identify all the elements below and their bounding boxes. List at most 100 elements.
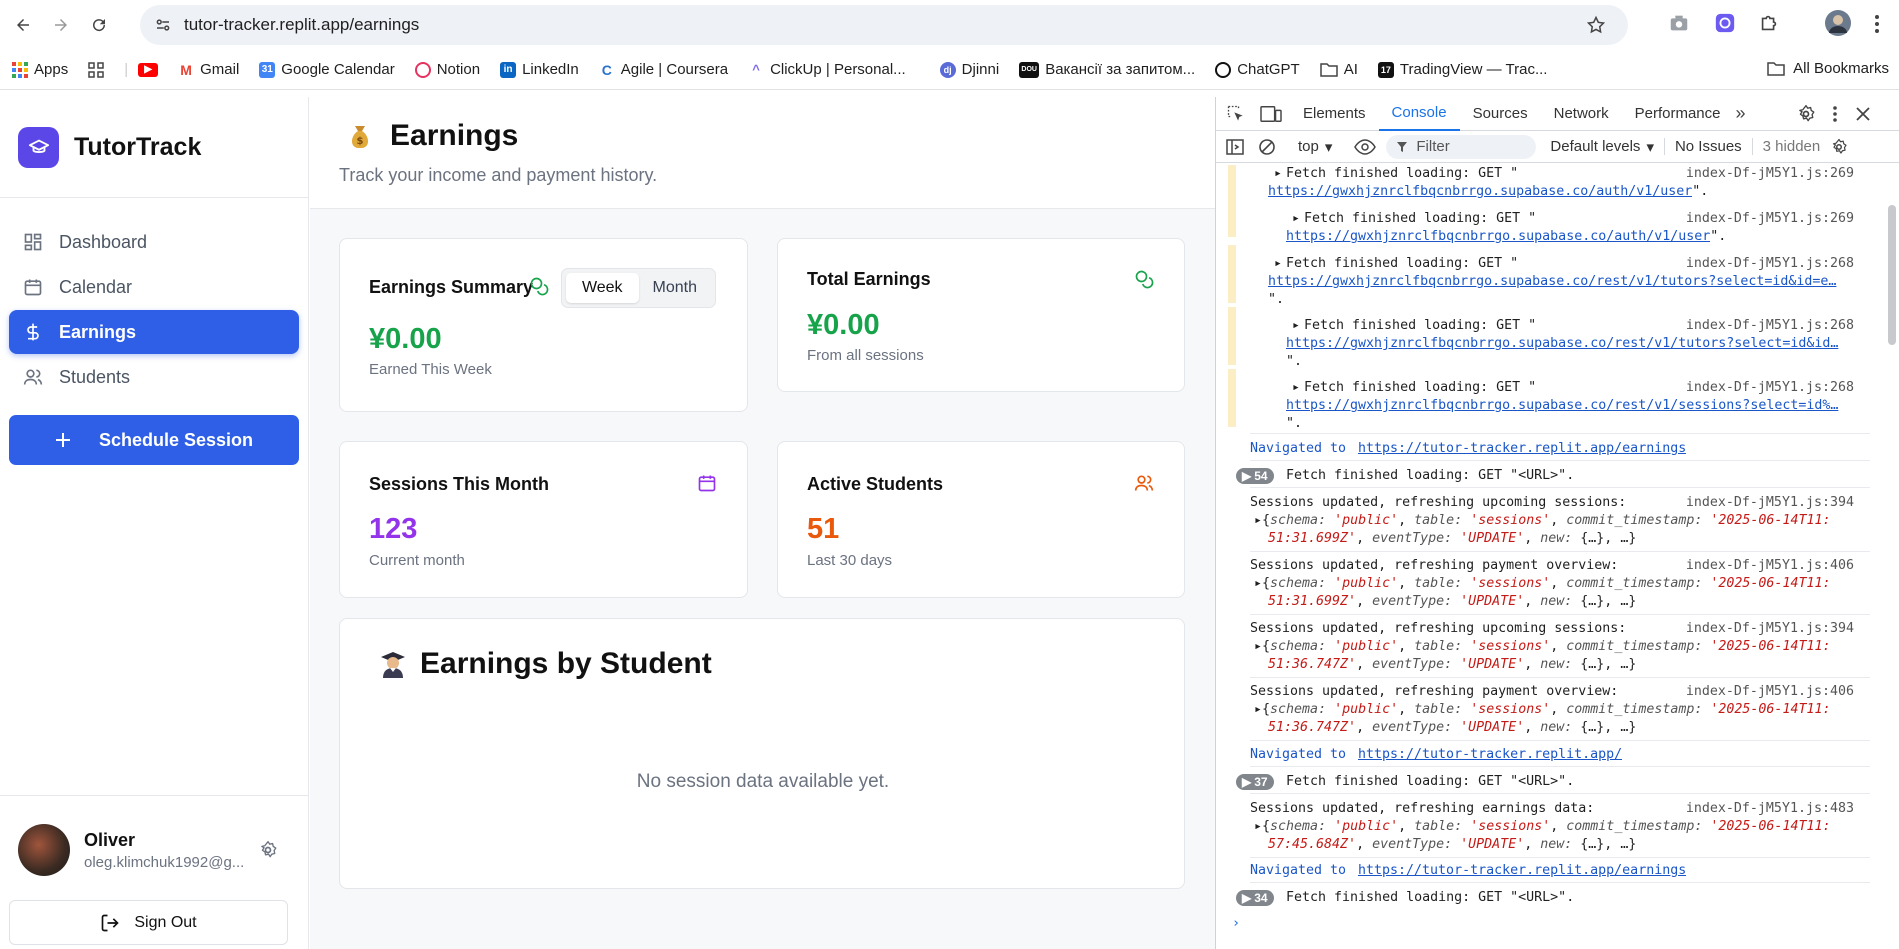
log-link[interactable]: https://gwxhjznrclfbqcnbrrgo.supabase.co…	[1286, 336, 1838, 351]
tab-elements[interactable]: Elements	[1290, 97, 1379, 131]
gmail-icon: M	[178, 61, 195, 78]
log-source[interactable]: index-Df-jM5Y1.js:483	[1686, 800, 1854, 818]
object-preview[interactable]: ▸{schema: 'public', table: 'sessions', c…	[1254, 818, 1830, 836]
object-preview[interactable]: ▸{schema: 'public', table: 'sessions', c…	[1254, 575, 1830, 593]
expand-triangle-icon[interactable]: ▸	[1292, 210, 1300, 228]
log-source[interactable]: index-Df-jM5Y1.js:394	[1686, 494, 1854, 512]
object-preview[interactable]: ▸{schema: 'public', table: 'sessions', c…	[1254, 512, 1830, 530]
expand-triangle-icon[interactable]: ▸	[1292, 379, 1300, 397]
issues-button[interactable]: No Issues	[1663, 138, 1742, 155]
console-scrollbar[interactable]	[1885, 165, 1899, 949]
devtools-panel: Elements Console Sources Network Perform…	[1215, 97, 1899, 949]
sidebar-item-label: Calendar	[59, 276, 133, 297]
all-bookmarks[interactable]: All Bookmarks	[1767, 60, 1889, 77]
more-tabs-icon[interactable]: »	[1736, 103, 1746, 124]
log-levels-select[interactable]: Default levels ▾	[1550, 138, 1654, 156]
menu-kebab-icon[interactable]	[1874, 14, 1880, 34]
log-source[interactable]: index-Df-jM5Y1.js:406	[1686, 683, 1854, 701]
log-source[interactable]: index-Df-jM5Y1.js:268	[1686, 317, 1854, 335]
obj-val: 51:36.747Z'	[1268, 720, 1357, 735]
expand-triangle-icon[interactable]: ▸	[1274, 255, 1282, 273]
sidebar-item-dashboard[interactable]: Dashboard	[9, 220, 299, 264]
active-students-label: Last 30 days	[807, 552, 893, 569]
expand-triangle-icon: ▸	[1254, 819, 1263, 834]
expand-triangle-icon[interactable]: ▸	[1274, 165, 1282, 183]
bookmark-coursera[interactable]: C Agile | Coursera	[598, 61, 728, 78]
youtube-icon[interactable]: ▶	[138, 62, 159, 77]
bookmark-clickup[interactable]: ^ ClickUp | Personal...	[748, 61, 906, 78]
bookmark-folder-ai[interactable]: AI	[1319, 61, 1358, 78]
log-link[interactable]: https://gwxhjznrclfbqcnbrrgo.supabase.co…	[1268, 274, 1836, 289]
log-link[interactable]: https://gwxhjznrclfbqcnbrrgo.supabase.co…	[1286, 228, 1710, 246]
tab-network[interactable]: Network	[1541, 97, 1622, 131]
extension-icon[interactable]	[1714, 12, 1736, 34]
tab-console[interactable]: Console	[1378, 97, 1460, 131]
settings-gear-icon[interactable]	[1796, 104, 1816, 124]
sidebar-item-earnings[interactable]: Earnings	[9, 310, 299, 354]
bookmark-gmail[interactable]: M Gmail	[178, 61, 239, 78]
sign-out-button[interactable]: Sign Out	[9, 900, 288, 945]
tab-groups-icon[interactable]	[88, 61, 104, 78]
profile-avatar-icon[interactable]	[1825, 10, 1851, 36]
kebab-menu-icon[interactable]	[1832, 105, 1838, 123]
back-button[interactable]	[8, 10, 38, 40]
bookmark-dou[interactable]: DOU Вакансії за запитом...	[1019, 61, 1195, 78]
sidebar-item-students[interactable]: Students	[9, 355, 299, 399]
inspect-icon[interactable]	[1226, 104, 1246, 124]
month-toggle[interactable]: Month	[639, 273, 712, 303]
object-preview[interactable]: ▸{schema: 'public', table: 'sessions', c…	[1254, 638, 1830, 656]
tab-sources[interactable]: Sources	[1460, 97, 1541, 131]
bookmark-linkedin[interactable]: in LinkedIn	[500, 61, 579, 78]
avatar[interactable]	[18, 824, 70, 876]
card-title: Sessions This Month	[369, 474, 550, 494]
log-source[interactable]: index-Df-jM5Y1.js:406	[1686, 557, 1854, 575]
log-source[interactable]: index-Df-jM5Y1.js:269	[1686, 165, 1854, 183]
address-bar[interactable]: tutor-tracker.replit.app/earnings	[140, 5, 1628, 45]
schedule-session-button[interactable]: Schedule Session	[9, 415, 299, 465]
log-separator	[1250, 677, 1870, 678]
reload-button[interactable]	[84, 10, 114, 40]
filter-input[interactable]: Filter	[1386, 134, 1537, 159]
log-link[interactable]: https://gwxhjznrclfbqcnbrrgo.supabase.co…	[1268, 183, 1692, 201]
sidebar-item-calendar[interactable]: Calendar	[9, 265, 299, 309]
tab-performance[interactable]: Performance	[1622, 97, 1734, 131]
forward-button[interactable]	[46, 10, 76, 40]
schedule-session-label: Schedule Session	[98, 429, 254, 450]
object-preview[interactable]: ▸{schema: 'public', table: 'sessions', c…	[1254, 701, 1830, 719]
gear-icon[interactable]	[258, 840, 278, 860]
log-source[interactable]: index-Df-jM5Y1.js:268	[1686, 379, 1854, 397]
eye-icon[interactable]	[1354, 138, 1377, 155]
week-toggle[interactable]: Week	[566, 273, 639, 303]
camera-icon[interactable]	[1668, 12, 1690, 34]
sidebar-item-label: Earnings	[59, 321, 137, 342]
device-toolbar-icon[interactable]	[1260, 104, 1282, 124]
context-select[interactable]: top ▾	[1298, 138, 1332, 156]
log-link[interactable]: https://gwxhjznrclfbqcnbrrgo.supabase.co…	[1286, 398, 1838, 413]
bookmark-google-calendar[interactable]: 31 Google Calendar	[259, 61, 395, 78]
puzzle-icon[interactable]	[1758, 12, 1780, 34]
close-icon[interactable]	[1855, 106, 1870, 121]
expand-triangle-icon[interactable]: ▸	[1292, 317, 1300, 335]
nav-link[interactable]: https://tutor-tracker.replit.app/earning…	[1358, 862, 1686, 880]
bookmark-notion[interactable]: Notion	[414, 61, 480, 78]
bookmark-apps[interactable]: Apps	[12, 61, 68, 78]
log-source[interactable]: index-Df-jM5Y1.js:268	[1686, 255, 1854, 273]
bookmark-tradingview[interactable]: 17 TradingView — Trac...	[1377, 61, 1547, 78]
log-source[interactable]: index-Df-jM5Y1.js:394	[1686, 620, 1854, 638]
bookmark-chatgpt[interactable]: ChatGPT	[1215, 61, 1300, 78]
obj-rest: …	[1620, 594, 1629, 609]
log-separator	[1250, 766, 1870, 767]
sidebar-toggle-icon[interactable]	[1226, 138, 1244, 156]
log-message: Sessions updated, refreshing earnings da…	[1250, 801, 1595, 816]
nav-link[interactable]: https://tutor-tracker.replit.app/	[1358, 746, 1622, 764]
console-settings-gear-icon[interactable]	[1830, 138, 1848, 156]
sidebar-item-label: Dashboard	[59, 231, 148, 252]
clear-console-icon[interactable]	[1258, 138, 1276, 156]
bookmark-djinni[interactable]: dj Djinni	[939, 61, 999, 78]
site-settings-icon[interactable]	[154, 16, 172, 34]
scrollbar-thumb[interactable]	[1888, 205, 1896, 345]
log-source[interactable]: index-Df-jM5Y1.js:269	[1686, 210, 1854, 228]
brand[interactable]: TutorTrack	[0, 97, 308, 198]
nav-link[interactable]: https://tutor-tracker.replit.app/earning…	[1358, 440, 1686, 458]
bookmark-star-icon[interactable]	[1586, 15, 1606, 35]
